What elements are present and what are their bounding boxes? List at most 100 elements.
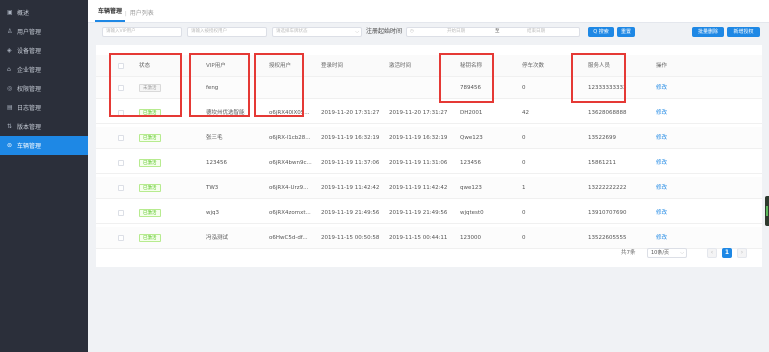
cell-login: 2019-11-20 17:31:27 [321,110,380,116]
edit-link[interactable]: 修改 [656,102,667,124]
header-vip-user: VIP用户 [206,63,226,69]
car-icon: ⊜ [7,142,13,149]
edit-link[interactable]: 修改 [656,77,667,99]
range-separator: 至 [495,29,500,34]
date-range-picker[interactable]: ◷ 开始日期 至 结束日期 [406,27,580,37]
sidebar-item-3[interactable]: ⌂ 企业管理 [0,60,88,79]
sidebar-item-label: 用户管理 [17,29,42,36]
tab-user-list[interactable]: 用户列表 [127,8,157,22]
row-checkbox[interactable] [118,110,124,116]
cell-staff: 13628068888 [588,110,627,116]
cell-register: 2019-11-19 11:31:06 [389,160,448,166]
cell-staff: 13522605555 [588,235,627,241]
header-operation: 操作 [656,63,668,69]
header-key-name: 秘钥名称 [460,63,483,69]
vip-user-input[interactable]: 请输入VIP用户 [102,27,182,37]
next-page-button[interactable]: › [737,248,747,258]
sidebar-item-0[interactable]: ▣ 概述 [0,3,88,22]
header-authorized-user: 授权用户 [269,63,292,69]
sidebar-item-label: 版本管理 [17,124,42,131]
sidebar-item-label: 概述 [17,10,30,17]
cell-register: 2019-11-19 16:32:19 [389,135,448,141]
sidebar-item-6[interactable]: ⇅ 版本管理 [0,117,88,136]
prev-page-button[interactable]: ‹ [707,248,717,258]
status-badge: 未激活 [139,84,161,92]
table-row: 未激活 feng 789456 0 12333333333 修改 [96,77,762,99]
permission-icon: ◎ [7,85,13,92]
sidebar-item-7[interactable]: ⊜ 车辆管理 [0,136,88,155]
sidebar-item-5[interactable]: ▤ 日志管理 [0,98,88,117]
cell-staff: 13522699 [588,135,616,141]
edit-link[interactable]: 修改 [656,152,667,174]
log-icon: ▤ [7,104,13,111]
cell-vip: wjq3 [206,210,220,216]
header-parking-count: 停车次数 [522,63,545,69]
chevron-down-icon: ⌵ [680,250,684,256]
sidebar-item-1[interactable]: ♙ 用户管理 [0,22,88,41]
cell-login: 2019-11-19 16:32:19 [321,135,380,141]
cell-vip: 123456 [206,160,227,166]
cell-count: 0 [522,135,526,141]
cell-login: 2019-11-19 11:42:42 [321,185,380,191]
edit-link[interactable]: 修改 [656,177,667,199]
cell-count: 0 [522,160,526,166]
filter-bar: 请输入VIP用户 请输入被授权用户 请选择车牌状态 ⌵ 注册起始时间 ◷ 开始日… [102,27,762,37]
row-checkbox[interactable] [118,210,124,216]
row-checkbox[interactable] [118,185,124,191]
cell-plate: 123456 [460,160,481,166]
start-date-input[interactable]: 开始日期 [447,28,465,36]
page-1-button[interactable]: 1 [722,248,732,258]
header-login-time: 登录时间 [321,63,344,69]
edit-link[interactable]: 修改 [656,127,667,149]
search-button[interactable]: Q 搜索 [588,27,614,37]
cell-auth: o6jRX4-Urz9... [269,185,309,191]
page-size-select[interactable]: 10条/页 ⌵ [647,248,687,258]
cell-vip: TW3 [206,185,219,191]
row-checkbox[interactable] [118,85,124,91]
tab-vehicle-management[interactable]: 车辆管理 [95,6,126,22]
sidebar-item-2[interactable]: ◈ 设备管理 [0,41,88,60]
sidebar: ▣ 概述 ♙ 用户管理 ◈ 设备管理 ⌂ 企业管理 ◎ 权限管理 ▤ 日志管理 ⇅ 版本管理 ⊜ 车辆管理 [0,0,88,352]
cell-login: 2019-11-19 21:49:56 [321,210,380,216]
time-range-label: 注册起始时间 [366,28,403,35]
side-panel-handle[interactable] [765,196,769,226]
row-checkbox[interactable] [118,160,124,166]
table-row: 已激活 德坎州优选智能 o6jRX40lX0S... 2019-11-20 17:31… [96,102,762,124]
company-icon: ⌂ [7,66,11,73]
version-icon: ⇅ [7,123,13,130]
batch-delete-button[interactable]: 批量删除 [692,27,724,37]
authorized-user-input[interactable]: 请输入被授权用户 [187,27,267,37]
edit-link[interactable]: 修改 [656,227,667,249]
cell-vip: 冯泓测试 [206,235,229,241]
sidebar-item-label: 权限管理 [17,86,42,93]
cell-plate: wjqtest0 [460,210,484,216]
table-header: 状态 VIP用户 授权用户 登录时间 激活时间 秘钥名称 停车次数 服务人员 操… [96,55,762,77]
row-checkbox[interactable] [118,235,124,241]
total-count: 共7条 [621,250,636,256]
end-date-input[interactable]: 结束日期 [527,28,545,36]
cell-auth: o6jRX4bwn9c... [269,160,312,166]
cell-auth: o6jRX4zomxt... [269,210,311,216]
row-checkbox[interactable] [118,135,124,141]
edit-link[interactable]: 修改 [656,202,667,224]
header-service-staff: 服务人员 [588,63,611,69]
sidebar-item-4[interactable]: ◎ 权限管理 [0,79,88,98]
cell-staff: 13222222222 [588,185,627,191]
add-authorization-button[interactable]: 新增授权 [727,27,760,37]
main-content: 车辆管理 | 用户列表 请输入VIP用户 请输入被授权用户 请选择车牌状态 ⌵ … [88,0,769,352]
cell-login: 2019-11-19 11:37:06 [321,160,380,166]
cell-register: 2019-11-19 21:49:56 [389,210,448,216]
status-badge: 已激活 [139,159,161,167]
table-row: 已激活 张三毛 o6jRX-l1cb28... 2019-11-19 16:32:19… [96,127,762,149]
status-select-placeholder: 请选择车牌状态 [276,29,308,34]
cell-login: 2019-11-15 00:50:58 [321,235,380,241]
status-badge: 已激活 [139,109,161,117]
cell-register: 2019-11-15 00:44:11 [389,235,448,241]
select-all-checkbox[interactable] [118,63,124,69]
cell-register: 2019-11-19 11:42:42 [389,185,448,191]
status-select[interactable]: 请选择车牌状态 ⌵ [272,27,362,37]
cell-auth: o6jRX-l1cb28... [269,135,311,141]
dashboard-icon: ▣ [7,9,13,16]
page-size-value: 10条/页 [651,250,670,256]
reset-button[interactable]: 重置 [617,27,635,37]
